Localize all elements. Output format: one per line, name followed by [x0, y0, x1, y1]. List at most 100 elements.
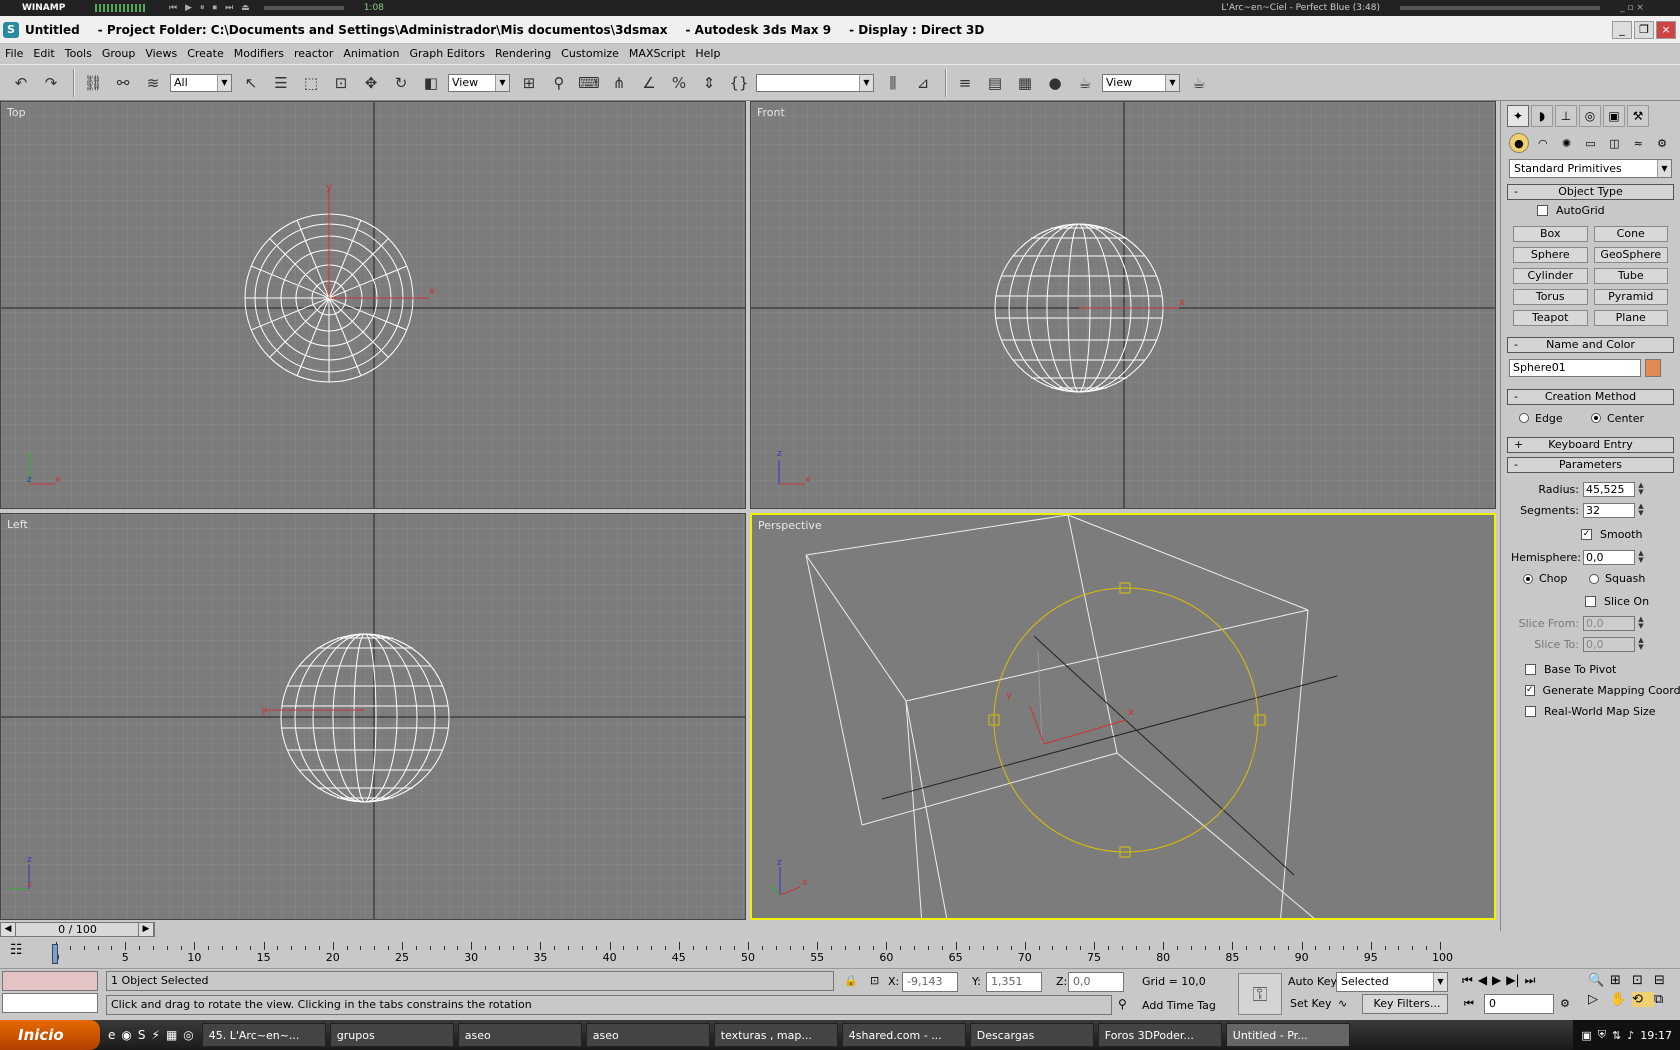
- radius-spinner[interactable]: ▲ ▼: [1637, 482, 1645, 497]
- undo-icon[interactable]: ↶: [8, 70, 34, 96]
- teapot-button[interactable]: Teapot: [1513, 310, 1588, 326]
- motion-tab-icon[interactable]: ◎: [1579, 105, 1601, 127]
- winamp-volume-slider[interactable]: [263, 6, 344, 10]
- set-key-button[interactable]: Set Key: [1290, 995, 1332, 1013]
- rollout-object-type[interactable]: - Object Type: [1507, 184, 1674, 200]
- quicklaunch-3dsmax-icon[interactable]: S: [138, 1028, 146, 1042]
- set-key-icon[interactable]: ⚿: [1238, 973, 1282, 1015]
- quicklaunch-media-icon[interactable]: ◎: [183, 1028, 193, 1042]
- viewport-left[interactable]: Left y z x: [0, 513, 746, 920]
- menu-reactor[interactable]: reactor: [294, 47, 333, 60]
- geometry-icon[interactable]: ●: [1509, 133, 1529, 153]
- menu-views[interactable]: Views: [145, 47, 177, 60]
- menu-create[interactable]: Create: [187, 47, 224, 60]
- material-editor-icon[interactable]: ●: [1042, 70, 1068, 96]
- object-name-input[interactable]: Sphere01: [1509, 359, 1641, 377]
- time-tag-icon[interactable]: ⚲: [1118, 995, 1127, 1013]
- rollout-creation-method[interactable]: - Creation Method: [1507, 389, 1674, 405]
- cone-button[interactable]: Cone: [1593, 226, 1668, 242]
- menu-customize[interactable]: Customize: [561, 47, 619, 60]
- key-mode-toggle-icon[interactable]: ⏮: [1464, 995, 1474, 1013]
- menu-maxscript[interactable]: MAXScript: [629, 47, 685, 60]
- winamp-eject-button[interactable]: ⏏: [241, 3, 250, 13]
- menu-help[interactable]: Help: [695, 47, 720, 60]
- key-tangent-icon[interactable]: ∿: [1338, 995, 1347, 1013]
- snaps-toggle-icon[interactable]: ⋔: [606, 70, 632, 96]
- viewport-label-front[interactable]: Front: [757, 106, 785, 119]
- viewport-top[interactable]: Top x y x y z: [0, 101, 746, 509]
- torus-button[interactable]: Torus: [1513, 289, 1588, 305]
- arc-rotate-icon[interactable]: ⟲: [1632, 992, 1654, 1007]
- hemisphere-spinner[interactable]: ▲ ▼: [1637, 550, 1645, 565]
- select-and-move-icon[interactable]: ✥: [358, 70, 384, 96]
- winamp-stop-button[interactable]: ⏹: [213, 3, 218, 13]
- taskbar-item-folder-aseo-2[interactable]: aseo: [585, 1023, 710, 1047]
- taskbar-item-3dsmax[interactable]: Untitled - Pr...: [1225, 1023, 1350, 1047]
- unlink-icon[interactable]: ⚯: [110, 70, 136, 96]
- absolute-mode-icon[interactable]: ⊡: [870, 972, 879, 990]
- minimize-button[interactable]: _: [1612, 20, 1632, 39]
- geosphere-button[interactable]: GeoSphere: [1593, 247, 1668, 263]
- taskbar-item-4shared[interactable]: 4shared.com - ...: [841, 1023, 966, 1047]
- base-to-pivot-checkbox[interactable]: [1525, 664, 1536, 675]
- key-filters-button[interactable]: Key Filters...: [1362, 994, 1448, 1014]
- segments-spinner[interactable]: ▲ ▼: [1637, 503, 1645, 518]
- slice-to-input[interactable]: 0,0: [1583, 637, 1635, 652]
- slice-on-checkbox[interactable]: [1585, 595, 1596, 607]
- maximize-viewport-icon[interactable]: ⧉: [1654, 992, 1676, 1007]
- selection-filter-dropdown[interactable]: All ▼: [170, 73, 232, 92]
- bind-to-space-warp-icon[interactable]: ≋: [140, 70, 166, 96]
- slice-to-spinner[interactable]: ▲ ▼: [1637, 637, 1645, 652]
- time-configuration-icon[interactable]: ⚙: [1560, 995, 1570, 1013]
- maxscript-listener-mini[interactable]: [2, 971, 98, 991]
- time-slider-thumb[interactable]: 0 / 100: [0, 922, 155, 937]
- taskbar-item-folder-aseo[interactable]: aseo: [457, 1023, 582, 1047]
- close-button[interactable]: ×: [1656, 20, 1676, 39]
- viewport-front[interactable]: Front x x z: [750, 101, 1496, 509]
- go-to-end-icon[interactable]: ⏭: [1525, 973, 1536, 988]
- restore-button[interactable]: ❐: [1634, 20, 1654, 39]
- taskbar-item-winamp[interactable]: 45. L'Arc~en~...: [201, 1023, 326, 1047]
- quicklaunch-firefox-icon[interactable]: ◉: [121, 1028, 131, 1042]
- create-tab-icon[interactable]: ✦: [1507, 105, 1529, 127]
- auto-key-button[interactable]: Auto Key: [1288, 973, 1337, 991]
- go-to-start-icon[interactable]: ⏮: [1462, 973, 1473, 988]
- edge-radio[interactable]: [1519, 413, 1529, 423]
- layer-manager-icon[interactable]: ≡: [952, 70, 978, 96]
- mirror-icon[interactable]: ⫼: [880, 70, 906, 96]
- time-prev-arrow-icon[interactable]: ◀: [0, 922, 16, 937]
- key-mode-dropdown[interactable]: Selected ▼: [1336, 972, 1448, 992]
- lights-icon[interactable]: ✺: [1557, 133, 1577, 153]
- quicklaunch-winamp-icon[interactable]: ⚡: [152, 1028, 160, 1042]
- play-icon[interactable]: ▶: [1492, 973, 1501, 988]
- field-of-view-icon[interactable]: ▷: [1588, 992, 1610, 1007]
- menu-file[interactable]: File: [5, 47, 23, 60]
- segments-input[interactable]: 32: [1583, 503, 1635, 518]
- cameras-icon[interactable]: ▭: [1581, 133, 1601, 153]
- previous-frame-icon[interactable]: ◀: [1478, 973, 1487, 988]
- viewport-perspective[interactable]: Perspective x y x z: [750, 513, 1496, 920]
- menu-tools[interactable]: Tools: [65, 47, 92, 60]
- 3dsmax-app-icon[interactable]: S: [3, 21, 19, 38]
- track-bar-menu-icon[interactable]: ☷: [10, 942, 23, 958]
- x-coord-input[interactable]: -9,143: [902, 972, 958, 992]
- volume-tray-icon[interactable]: ♪: [1627, 1029, 1634, 1042]
- viewport-label-left[interactable]: Left: [7, 518, 28, 531]
- select-and-rotate-icon[interactable]: ↻: [388, 70, 414, 96]
- winamp-seek-slider[interactable]: [1400, 6, 1600, 10]
- add-time-tag-button[interactable]: Add Time Tag: [1142, 997, 1216, 1015]
- pyramid-button[interactable]: Pyramid: [1593, 289, 1668, 305]
- curve-editor-icon[interactable]: ▤: [982, 70, 1008, 96]
- angle-snap-icon[interactable]: ∠: [636, 70, 662, 96]
- box-button[interactable]: Box: [1513, 226, 1588, 242]
- sphere-button[interactable]: Sphere: [1513, 247, 1588, 263]
- security-tray-icon[interactable]: ⛨: [1598, 1028, 1606, 1042]
- display-tab-icon[interactable]: ▣: [1603, 105, 1625, 127]
- space-warps-icon[interactable]: ≈: [1628, 133, 1648, 153]
- pan-icon[interactable]: ✋: [1610, 992, 1632, 1007]
- winamp-prev-button[interactable]: ⏮: [169, 3, 177, 13]
- select-and-manipulate-icon[interactable]: ⚲: [546, 70, 572, 96]
- quicklaunch-ie-icon[interactable]: e: [108, 1028, 115, 1042]
- winamp-play-button[interactable]: ▶: [185, 3, 192, 13]
- edit-named-selection-icon[interactable]: {}: [726, 70, 752, 96]
